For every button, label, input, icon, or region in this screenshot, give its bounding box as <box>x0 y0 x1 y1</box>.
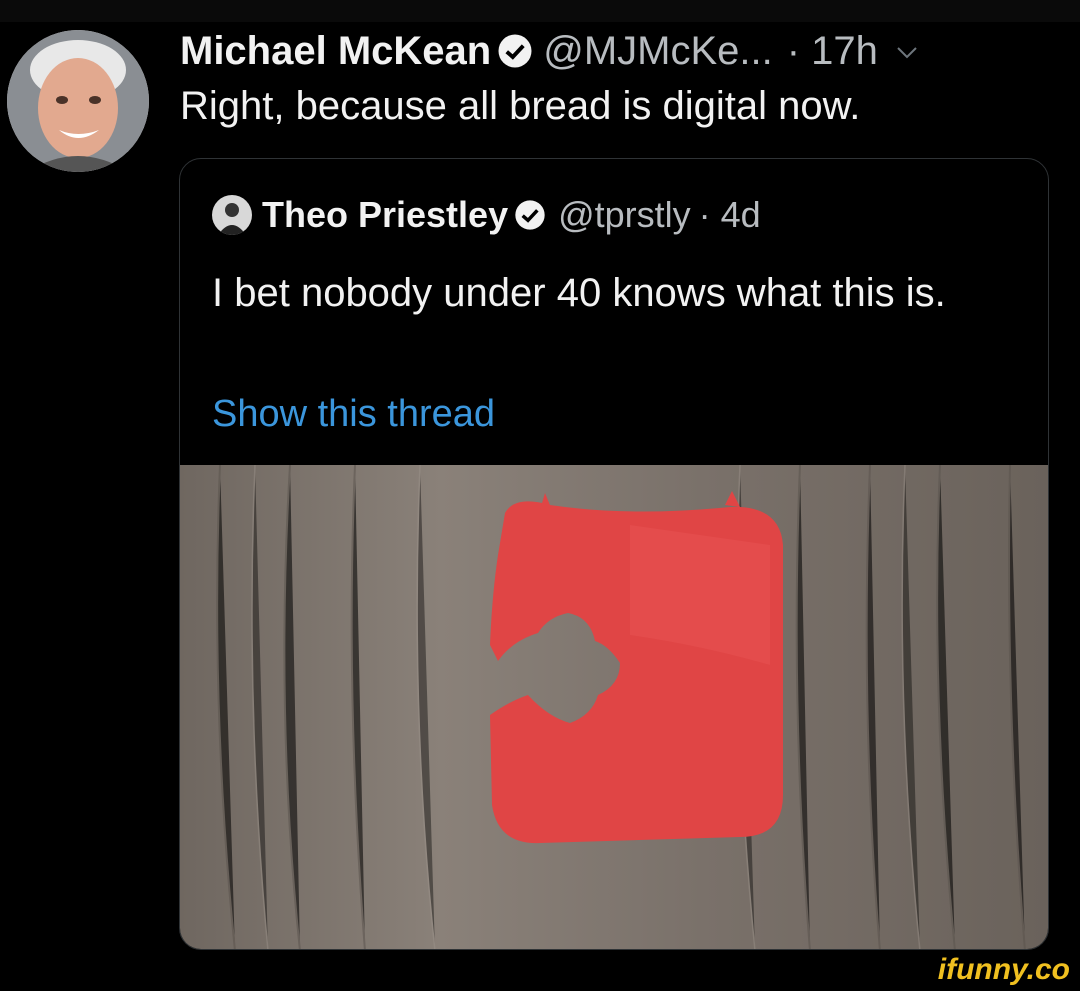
person-avatar-icon <box>212 195 252 235</box>
author-name[interactable]: Michael McKean <box>180 29 491 74</box>
tweet-header: Michael McKean @MJMcKe... · 17h <box>180 26 918 76</box>
quoted-tweet-card[interactable]: Theo Priestley @tprstly · 4d I bet nobod… <box>179 158 1049 950</box>
person-avatar-icon <box>7 30 149 172</box>
quoted-tweet-image[interactable] <box>180 464 1048 949</box>
author-handle[interactable]: @MJMcKe... <box>543 29 773 74</box>
tweet-time[interactable]: · 17h <box>787 29 878 74</box>
quoted-author-name[interactable]: Theo Priestley <box>262 194 508 236</box>
top-bar <box>0 0 1080 22</box>
show-thread-link[interactable]: Show this thread <box>212 393 495 436</box>
verified-badge-icon <box>498 34 532 68</box>
bread-bag-clip-photo <box>180 464 1048 949</box>
quoted-tweet-text: I bet nobody under 40 knows what this is… <box>212 271 946 315</box>
quoted-author-handle[interactable]: @tprstly <box>558 194 691 236</box>
verified-badge-icon <box>515 200 545 230</box>
quoted-tweet-header: Theo Priestley @tprstly · 4d <box>212 193 761 237</box>
chevron-down-icon[interactable] <box>896 46 918 60</box>
tweet-text: Right, because all bread is digital now. <box>180 84 861 128</box>
quoted-tweet-time[interactable]: · 4d <box>699 194 761 236</box>
ifunny-watermark: ifunny.co <box>937 953 1070 986</box>
author-avatar[interactable] <box>7 30 149 172</box>
quoted-author-avatar[interactable] <box>212 195 252 235</box>
